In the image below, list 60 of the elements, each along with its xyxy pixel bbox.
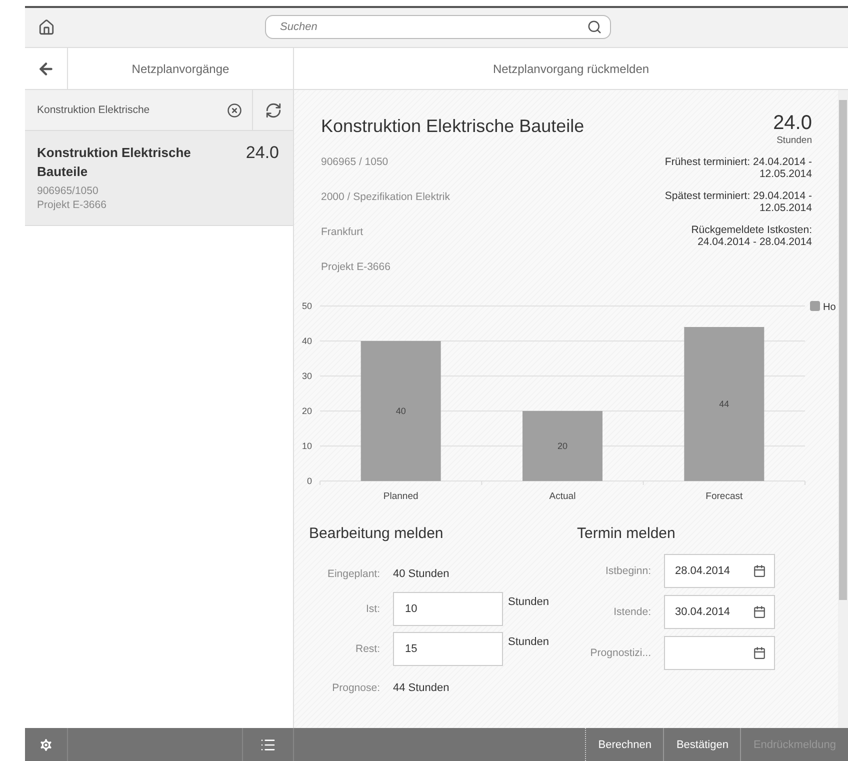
date-field[interactable]: 30.04.2014 [664, 595, 775, 629]
unit-label: Stunden [508, 636, 549, 648]
object-attribute: Frankfurt [321, 226, 364, 239]
footer-button[interactable]: Bestätigen [663, 728, 740, 761]
section-title: Termin melden [577, 525, 676, 542]
legend-label: Ho [823, 302, 836, 313]
axis-tick-label: 20 [302, 406, 312, 416]
object-attribute: 906965 / 1050 [321, 156, 390, 169]
search-field[interactable]: Suchen [265, 15, 611, 39]
object-attribute: 2000 / Spezifikation Elektrik [321, 191, 450, 204]
category-label: Actual [549, 491, 576, 502]
bar-value-label: 40 [396, 406, 406, 416]
calendar-icon[interactable] [753, 646, 766, 660]
field-label: Istbeginn: [604, 565, 651, 577]
object-status: Spätest terminiert: 29.04.2014 - 12.05.2014 [664, 190, 812, 214]
calendar-icon[interactable] [753, 564, 766, 578]
axis-tick-label: 10 [302, 441, 312, 451]
bar-value-label: 44 [719, 399, 730, 409]
item-id: 906965/1050 [37, 185, 100, 197]
footer-button[interactable]: Berechnen [585, 728, 664, 761]
field-label: Ist: [364, 603, 380, 615]
object-number: 24.0 [773, 112, 812, 135]
unit-label: Stunden [508, 596, 549, 608]
input-field[interactable]: 15 [393, 632, 503, 666]
panel-title: Netzplanvorgänge [130, 62, 230, 76]
object-title: Konstruktion Elektrische Bauteile [321, 115, 584, 138]
search-icon[interactable] [587, 20, 602, 34]
date-field[interactable] [664, 636, 775, 670]
field-label: Prognose: [331, 682, 380, 694]
bar-value-label: 20 [558, 441, 568, 451]
filter-field[interactable]: Konstruktion Elektrische [25, 90, 216, 130]
field-label: Eingeplant: [326, 568, 380, 580]
item-number: 24.0 [246, 143, 279, 164]
category-label: Forecast [706, 491, 743, 502]
field-value: 40 Stunden [393, 568, 450, 580]
list-item[interactable]: Konstruktion Elektrische Bauteile 24.0 906965/1050 Projekt E-3666 [25, 131, 293, 226]
field-value: 44 Stunden [393, 682, 450, 694]
object-attribute: Projekt E-3666 [321, 261, 392, 274]
item-project: Projekt E-3666 [37, 199, 108, 211]
object-status: Frühest terminiert: 24.04.2014 - 12.05.2014 [664, 156, 812, 180]
section-title: Bearbeitung melden [309, 525, 444, 542]
page-title: Netzplanvorgang rückmelden [492, 62, 650, 76]
field-label: Istende: [612, 606, 651, 618]
scrollbar[interactable] [838, 90, 848, 728]
field-label: Prognostizi... [589, 647, 651, 659]
input-field[interactable]: 10 [393, 592, 503, 626]
axis-tick-label: 50 [302, 301, 312, 311]
calendar-icon[interactable] [753, 606, 766, 618]
clear-icon[interactable] [216, 90, 252, 130]
axis-tick-label: 40 [302, 336, 312, 346]
item-title: Konstruktion Elektrische Bauteile [37, 144, 192, 181]
axis-tick-label: 0 [306, 476, 312, 486]
number-unit: Stunden [776, 135, 812, 146]
date-field[interactable]: 28.04.2014 [664, 554, 775, 588]
object-status: Rückgemeldete Istkosten: 24.04.2014 - 28.04.2014 [690, 224, 812, 248]
category-label: Planned [383, 491, 418, 502]
field-label: Rest: [354, 643, 380, 655]
axis-tick-label: 30 [302, 371, 312, 381]
refresh-icon[interactable] [252, 90, 293, 130]
legend-swatch [810, 301, 820, 311]
